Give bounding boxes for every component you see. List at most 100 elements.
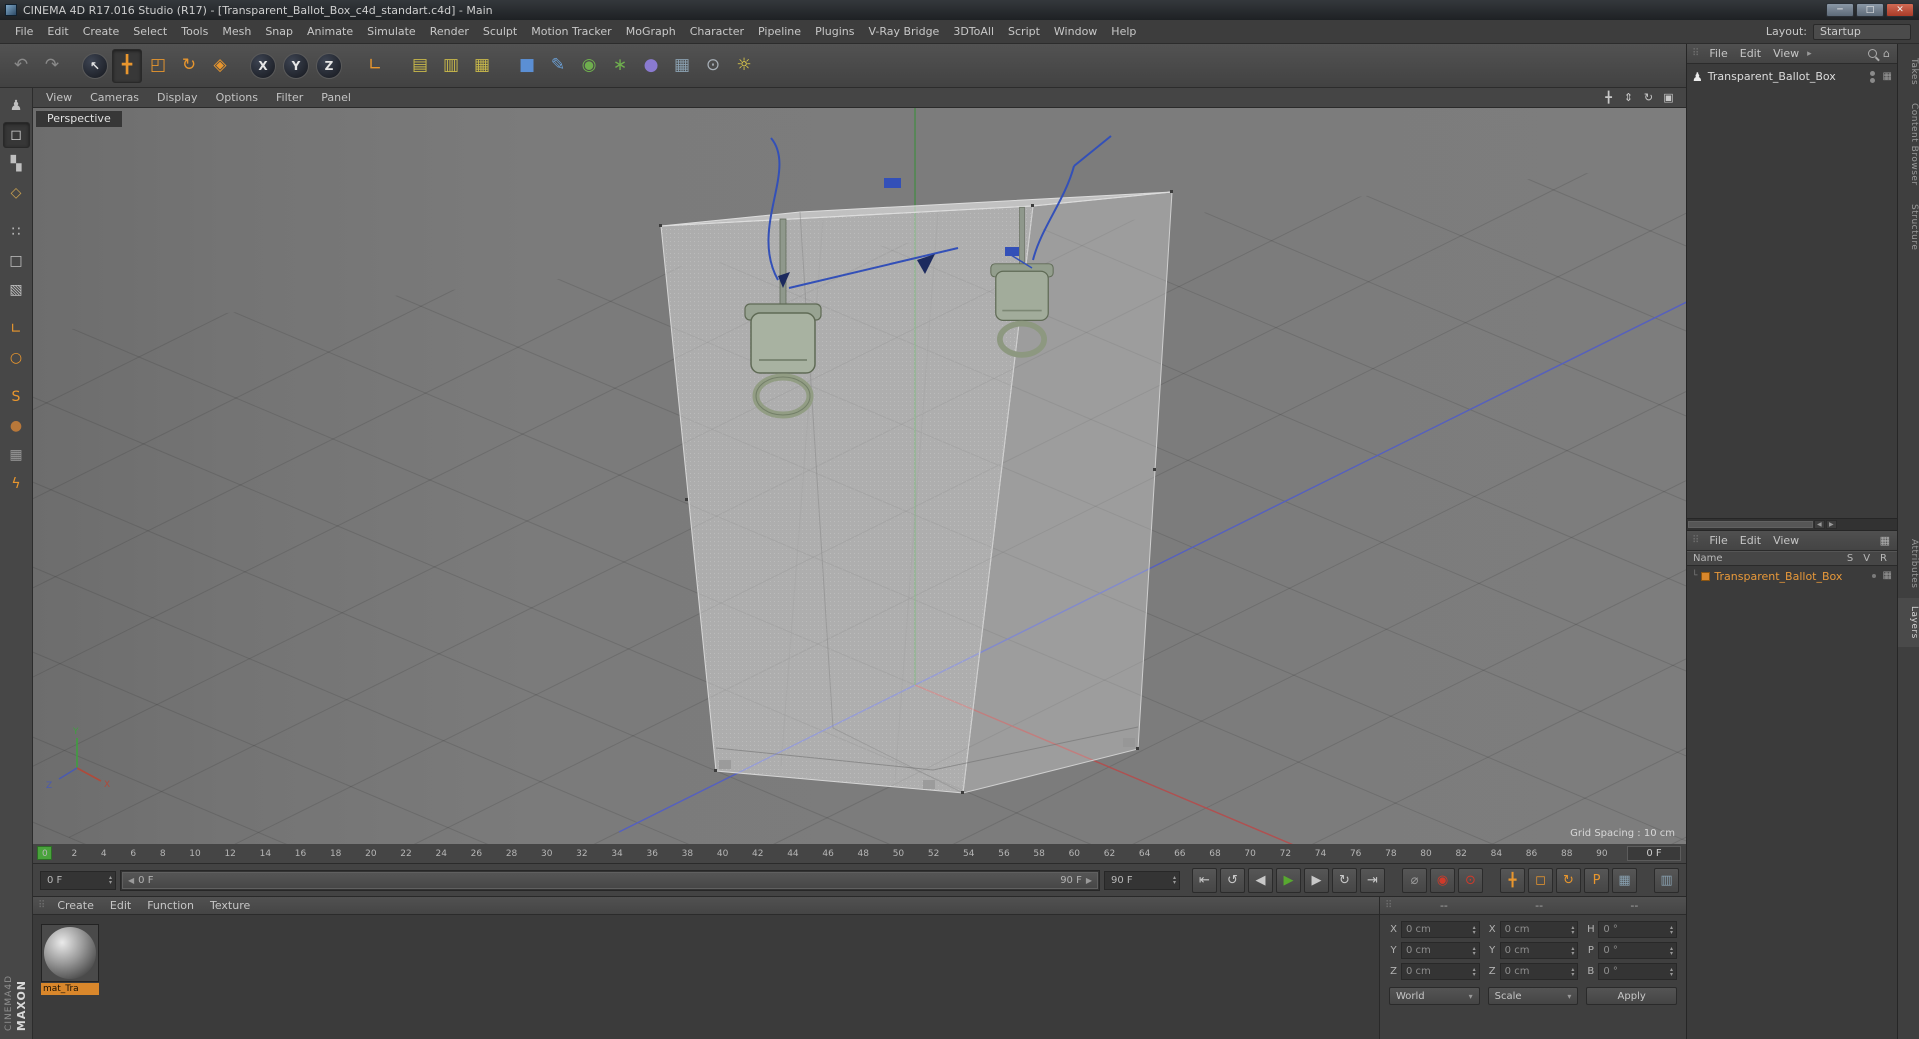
frame-tick[interactable]: 78 [1385,849,1396,859]
frame-tick[interactable]: 16 [295,849,306,859]
frame-tick[interactable]: 6 [130,849,136,859]
frame-tick[interactable]: 26 [471,849,482,859]
frame-tick[interactable]: 66 [1174,849,1185,859]
points-mode-button[interactable]: ∷ [3,219,30,245]
layer-color-swatch[interactable] [1701,571,1711,581]
move-tool-button[interactable]: ╋ [112,48,142,83]
menu-item[interactable]: Pipeline [751,22,808,41]
environment-floor-button[interactable]: ▦ [667,49,697,83]
scale-tool-button[interactable]: ◰ [143,49,173,83]
frame-tick[interactable]: 46 [822,849,833,859]
layer-toggles[interactable] [1871,574,1876,578]
minimize-button[interactable]: ─ [1826,3,1854,17]
lock-z-axis-button[interactable]: Z [316,52,342,79]
frame-tick[interactable]: 88 [1561,849,1572,859]
menu-item[interactable]: Script [1001,22,1047,41]
object-manager-hscrollbar[interactable]: ◀ ▶ [1687,518,1897,530]
layer-column-header[interactable]: R [1880,553,1887,564]
axis-mode-button[interactable]: ∟ [3,316,30,342]
layer-manager-menu-item[interactable]: File [1703,532,1733,549]
frame-tick[interactable]: 30 [541,849,552,859]
frame-range-slider[interactable]: ◀ 0 F 90 F ▶ [120,869,1100,891]
record-keyframe-button[interactable]: ◉ [1430,867,1455,893]
texture-mode-button[interactable]: ▚ [3,151,30,177]
lock-y-axis-button[interactable]: Y [283,52,309,79]
key-scale-button[interactable]: ◻ [1528,867,1553,893]
keying-settings-button[interactable]: ▥ [1654,867,1679,893]
sculpt-brush-button[interactable]: ● [3,413,30,439]
live-selection-button[interactable]: ↖ [82,52,108,79]
frame-tick[interactable]: 28 [506,849,517,859]
tweak-mode-button[interactable]: ○ [3,345,30,371]
stepper-arrows-icon[interactable]: ▴ ▾ [109,875,113,886]
menu-item[interactable]: Window [1047,22,1104,41]
range-left-icon[interactable]: ◀ [128,876,134,885]
perspective-viewport[interactable]: Y X Z Perspective Grid Spacing : 10 cm [33,108,1686,844]
panel-grip-icon[interactable]: ⠿ [1385,900,1392,911]
add-cube-button[interactable]: ■ [512,49,542,83]
frame-tick[interactable]: 8 [160,849,166,859]
frame-tick[interactable]: 62 [1104,849,1115,859]
frame-tick[interactable]: 76 [1350,849,1361,859]
menu-item[interactable]: 3DToAll [946,22,1001,41]
menu-item[interactable]: Sculpt [476,22,524,41]
object-name[interactable]: Transparent_Ballot_Box [1708,70,1836,83]
pen-spline-button[interactable]: ✎ [543,49,573,83]
material-name-label[interactable]: mat_Tra [41,983,99,995]
layer-column-header[interactable]: S [1847,553,1853,564]
panel-grip-icon[interactable]: ⠿ [38,900,45,911]
menu-item[interactable]: Mesh [215,22,258,41]
frame-tick[interactable]: 82 [1455,849,1466,859]
goto-end-button[interactable]: ⇥ [1360,867,1385,893]
timeline-ruler[interactable]: 0 2 4 6 8 10 12 14 16 18 20 22 24 26 28 30 32 34 36 38 40 42 4… [33,844,1686,864]
frame-tick[interactable]: 10 [189,849,200,859]
menu-item[interactable]: Animate [300,22,360,41]
layer-manager-menu-item[interactable]: Edit [1734,532,1767,549]
frame-tick[interactable]: 0 [42,849,48,859]
start-frame-field[interactable]: 0 F ▴ ▾ [40,870,116,890]
coordinate-system-button[interactable]: ∟ [360,49,390,83]
menu-item[interactable]: Snap [258,22,300,41]
frame-tick[interactable]: 38 [682,849,693,859]
menu-item[interactable]: Help [1104,22,1143,41]
coordinate-space-dropdown[interactable]: World ▾ [1389,987,1480,1005]
menu-item[interactable]: Character [683,22,751,41]
frame-tick[interactable]: 50 [893,849,904,859]
viewport-canvas[interactable]: Y X Z [33,108,1686,844]
ballot-box-model[interactable] [660,191,1173,794]
play-backwards-button[interactable]: ↺ [1220,867,1245,893]
visibility-toggles[interactable] [1869,70,1875,83]
position-field[interactable]: Z 0 cm ▴ ▾ [1389,963,1480,980]
Structure[interactable]: Structure [1898,196,1919,258]
quantize-toggle-button[interactable]: ϟ [3,471,30,497]
layer-settings-icon[interactable]: ▦ [1883,571,1892,581]
viewport-menu-item[interactable]: Options [207,89,267,106]
frame-tick[interactable]: 14 [260,849,271,859]
frame-tick[interactable]: 36 [647,849,658,859]
workplane-mode-button[interactable]: ◇ [3,180,30,206]
layout-select[interactable]: Startup [1813,23,1911,40]
render-settings-button[interactable]: ▦ [467,49,497,83]
lock-x-axis-button[interactable]: X [250,52,276,79]
frame-tick[interactable]: 44 [787,849,798,859]
make-editable-button[interactable]: ♟ [3,93,30,119]
viewport-menu-item[interactable]: Panel [312,89,360,106]
size-field[interactable]: Z 0 cm ▴ ▾ [1488,963,1579,980]
rotation-field[interactable]: P 0 ° ▴ ▾ [1586,942,1677,959]
rotation-field[interactable]: B 0 ° ▴ ▾ [1586,963,1677,980]
last-used-tool-button[interactable]: ◈ [205,49,235,83]
search-icon[interactable] [1868,49,1878,58]
autokey-button[interactable]: ⊙ [1458,867,1483,893]
cloner-button[interactable]: ∗ [605,49,635,83]
step-forward-button[interactable]: ▶ [1304,867,1329,893]
path-up-icon[interactable]: ⌂ [1883,48,1890,59]
play-forwards-button[interactable]: ▶ [1276,867,1301,893]
frame-tick[interactable]: 64 [1139,849,1150,859]
frame-tick[interactable]: 90 [1596,849,1607,859]
panel-grip-icon[interactable]: ⠿ [1692,535,1699,546]
menu-item[interactable]: Select [126,22,174,41]
step-back-button[interactable]: ◀ [1248,867,1273,893]
rotate-view-icon[interactable]: ↻ [1640,89,1657,106]
layer-options-icon[interactable]: ▦ [1880,535,1890,546]
frame-tick[interactable]: 2 [71,849,77,859]
